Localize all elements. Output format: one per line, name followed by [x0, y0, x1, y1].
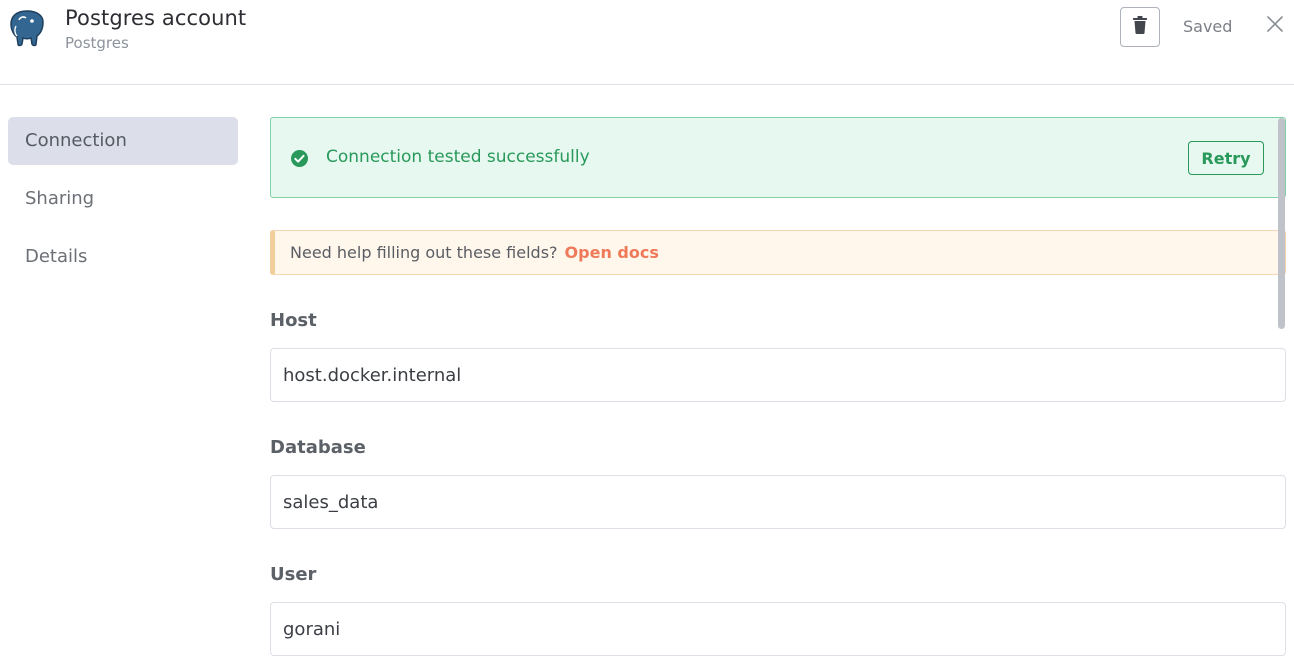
postgres-elephant-icon	[8, 8, 46, 48]
close-button[interactable]	[1264, 15, 1286, 37]
sidebar-item-connection[interactable]: Connection	[8, 117, 238, 165]
page-subtitle: Postgres	[65, 34, 129, 52]
modal-header: Postgres account Postgres Saved	[0, 0, 1294, 85]
page-title: Postgres account	[65, 6, 247, 30]
host-label: Host	[270, 310, 317, 331]
success-banner: Connection tested successfully Retry	[270, 117, 1286, 198]
saved-status: Saved	[1183, 17, 1233, 36]
database-label: Database	[270, 437, 366, 458]
open-docs-link[interactable]: Open docs	[565, 243, 659, 262]
sidebar-item-sharing[interactable]: Sharing	[8, 175, 238, 223]
database-input[interactable]	[270, 475, 1286, 529]
check-circle-icon	[290, 149, 309, 168]
delete-button[interactable]	[1120, 7, 1160, 47]
sidebar-item-details[interactable]: Details	[8, 233, 238, 281]
help-text: Need help filling out these fields?	[290, 243, 558, 262]
help-text-wrapper: Need help filling out these fields? Open …	[290, 243, 659, 262]
help-notice: Need help filling out these fields? Open …	[270, 230, 1286, 275]
user-label: User	[270, 564, 317, 585]
user-input[interactable]	[270, 602, 1286, 656]
close-icon	[1267, 16, 1283, 36]
retry-button[interactable]: Retry	[1188, 141, 1264, 175]
scrollbar-thumb[interactable]	[1278, 118, 1285, 329]
host-input[interactable]	[270, 348, 1286, 402]
trash-icon	[1132, 16, 1148, 38]
success-message: Connection tested successfully	[326, 147, 590, 167]
